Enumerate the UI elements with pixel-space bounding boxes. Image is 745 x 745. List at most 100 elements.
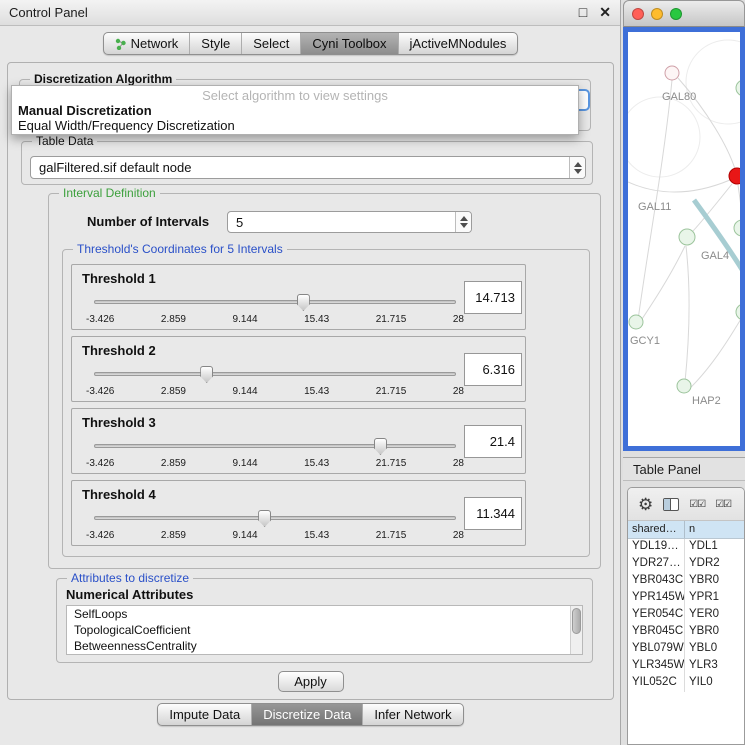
slider-thumb[interactable] bbox=[374, 438, 387, 455]
network-canvas[interactable]: GAL80GAL11GAL4GCY1HAP2 bbox=[623, 27, 745, 451]
tick-label: 2.859 bbox=[161, 530, 186, 541]
table-toolbar: ⚙ ☑☑ ☑☑ bbox=[628, 488, 744, 521]
network-node[interactable] bbox=[734, 220, 740, 236]
network-node[interactable] bbox=[665, 66, 679, 80]
numerical-attributes-list[interactable]: SelfLoopsTopologicalCoefficientBetweenne… bbox=[66, 605, 583, 655]
node-label: GCY1 bbox=[630, 335, 660, 347]
threshold-value-field[interactable]: 11.344 bbox=[464, 497, 522, 530]
network-node[interactable] bbox=[679, 229, 695, 245]
dropdown-option-equal-width-frequency[interactable]: Equal Width/Frequency Discretization bbox=[12, 118, 578, 133]
table-row[interactable]: YBL079WYBL0 bbox=[628, 641, 744, 658]
threshold-label: Threshold 4 bbox=[82, 487, 156, 502]
select-rows-icon[interactable]: ☑☑ bbox=[715, 499, 731, 510]
attribute-item[interactable]: BetweennessCentrality bbox=[67, 638, 582, 654]
scrollbar-thumb[interactable] bbox=[572, 608, 581, 634]
tick-label: 9.144 bbox=[233, 314, 258, 325]
slider-thumb[interactable] bbox=[258, 510, 271, 527]
group-label-attributes: Attributes to discretize bbox=[67, 571, 193, 585]
attribute-table: shared…n YDL19…YDL1YDR27…YDR2YBR043CYBR0… bbox=[628, 521, 744, 745]
tick-label: 9.144 bbox=[233, 386, 258, 397]
slider-scale: -3.4262.8599.14415.4321.71528 bbox=[86, 458, 464, 469]
tick-label: 21.715 bbox=[376, 458, 407, 469]
network-node-selected[interactable] bbox=[729, 168, 740, 184]
tab-impute-data[interactable]: Impute Data bbox=[158, 704, 251, 725]
slider-thumb[interactable] bbox=[200, 366, 213, 383]
node-label: GAL11 bbox=[638, 201, 671, 213]
tab-group: Impute Data Discretize DataInfer Network bbox=[157, 703, 463, 726]
algorithm-dropdown-popup: Select algorithm to view settings Manual… bbox=[11, 85, 579, 135]
network-node[interactable] bbox=[629, 315, 643, 329]
table-row[interactable]: YIL052CYIL0 bbox=[628, 675, 744, 692]
select-columns-icon[interactable]: ☑☑ bbox=[689, 499, 705, 510]
threshold-value-field[interactable]: 6.316 bbox=[464, 353, 522, 386]
tab-network[interactable]: Network bbox=[104, 33, 190, 54]
close-button[interactable] bbox=[632, 8, 644, 20]
threshold-value-field[interactable]: 21.4 bbox=[464, 425, 522, 458]
table-row[interactable]: YBR043CYBR0 bbox=[628, 573, 744, 590]
slider-scale: -3.4262.8599.14415.4321.71528 bbox=[86, 386, 464, 397]
table-cell: YLR3 bbox=[685, 658, 744, 675]
table-panel-header: Table Panel bbox=[623, 457, 745, 481]
threshold-slider[interactable]: -3.4262.8599.14415.4321.71528 bbox=[94, 365, 456, 383]
attribute-item[interactable]: TopologicalCoefficient bbox=[67, 622, 582, 638]
tab-style[interactable]: Style bbox=[189, 33, 241, 54]
background-circle bbox=[686, 40, 740, 124]
slider-track[interactable] bbox=[94, 372, 456, 376]
threshold-slider[interactable]: -3.4262.8599.14415.4321.71528 bbox=[94, 437, 456, 455]
table-row[interactable]: YBR045CYBR0 bbox=[628, 624, 744, 641]
column-header[interactable]: n bbox=[685, 521, 744, 538]
minimize-button[interactable] bbox=[651, 8, 663, 20]
network-edge bbox=[686, 314, 740, 392]
slider-track[interactable] bbox=[94, 300, 456, 304]
tick-label: 28 bbox=[453, 458, 464, 469]
table-cell: YBR0 bbox=[685, 624, 744, 641]
column-header[interactable]: shared… bbox=[628, 521, 685, 538]
table-row[interactable]: YLR345WYLR3 bbox=[628, 658, 744, 675]
zoom-button[interactable] bbox=[670, 8, 682, 20]
table-cell: YBL0 bbox=[685, 641, 744, 658]
table-data-combobox[interactable]: galFiltered.sif default node bbox=[30, 156, 586, 179]
tab-discretize-data[interactable]: Discretize Data bbox=[251, 704, 362, 725]
tab-select[interactable]: Select bbox=[241, 33, 300, 54]
tick-label: 2.859 bbox=[161, 458, 186, 469]
apply-button[interactable]: Apply bbox=[278, 671, 344, 692]
slider-track[interactable] bbox=[94, 444, 456, 448]
scrollbar[interactable] bbox=[570, 606, 582, 654]
threshold-box: Threshold 3 -3.4262.8599.14415.4321.71528… bbox=[71, 408, 526, 474]
threshold-label: Threshold 3 bbox=[82, 415, 156, 430]
threshold-slider[interactable]: -3.4262.8599.14415.4321.71528 bbox=[94, 509, 456, 527]
threshold-value-field[interactable]: 14.713 bbox=[464, 281, 522, 314]
tick-label: 28 bbox=[453, 530, 464, 541]
gear-icon[interactable]: ⚙ bbox=[638, 496, 653, 513]
table-row[interactable]: YER054CYER0 bbox=[628, 607, 744, 624]
network-node[interactable] bbox=[736, 304, 740, 320]
threshold-slider[interactable]: -3.4262.8599.14415.4321.71528 bbox=[94, 293, 456, 311]
slider-thumb[interactable] bbox=[297, 294, 310, 311]
network-node[interactable] bbox=[677, 379, 691, 393]
table-panel-title: Table Panel bbox=[633, 462, 701, 477]
tab-label: Impute Data bbox=[169, 707, 240, 722]
thresholds-container: Threshold 1-3.4262.8599.14415.4321.71528… bbox=[63, 250, 589, 546]
table-row[interactable]: YPR145WYPR1 bbox=[628, 590, 744, 607]
tab-infer-network[interactable]: Infer Network bbox=[362, 704, 462, 725]
slider-track[interactable] bbox=[94, 516, 456, 520]
network-node[interactable] bbox=[736, 80, 740, 96]
network-edge bbox=[628, 180, 730, 192]
float-window-icon[interactable]: □ bbox=[579, 4, 587, 21]
group-label-thresholds: Threshold's Coordinates for 5 Intervals bbox=[73, 242, 287, 256]
stepper-arrows-icon bbox=[455, 212, 471, 232]
network-edge bbox=[640, 246, 685, 322]
close-icon[interactable]: ✕ bbox=[599, 4, 611, 21]
table-cell: YPR145W bbox=[628, 590, 685, 607]
tab-cyni-toolbox[interactable]: Cyni Toolbox bbox=[300, 33, 397, 54]
num-intervals-combobox[interactable]: 5 bbox=[227, 211, 472, 233]
columns-icon[interactable] bbox=[663, 498, 679, 511]
tab-jactivemnodules[interactable]: jActiveMNodules bbox=[398, 33, 518, 54]
dropdown-option-manual-discretization[interactable]: Manual Discretization bbox=[12, 103, 578, 118]
attribute-item[interactable]: SelfLoops bbox=[67, 606, 582, 622]
network-edge bbox=[638, 80, 672, 320]
tick-label: -3.426 bbox=[86, 314, 114, 325]
table-row[interactable]: YDR27…YDR2 bbox=[628, 556, 744, 573]
table-row[interactable]: YDL19…YDL1 bbox=[628, 539, 744, 556]
stepper-arrows-icon bbox=[569, 157, 585, 178]
